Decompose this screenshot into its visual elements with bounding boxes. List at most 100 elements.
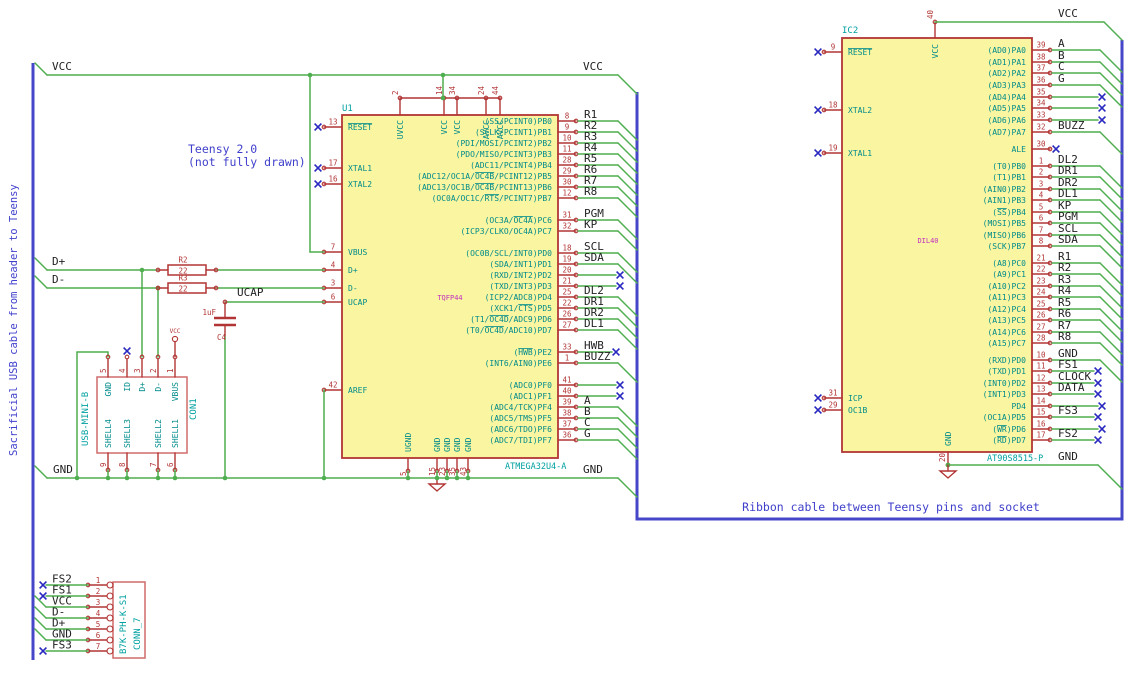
wire[interactable] xyxy=(34,465,48,479)
wire[interactable] xyxy=(1099,211,1123,235)
wire[interactable] xyxy=(1099,61,1123,85)
wire[interactable] xyxy=(34,275,48,289)
net-label-BUZZ[interactable]: BUZZ xyxy=(1058,119,1085,132)
wire[interactable] xyxy=(617,164,638,185)
net-label-KP[interactable]: KP xyxy=(584,218,598,231)
wire[interactable] xyxy=(617,362,638,383)
net-label-FS3[interactable]: FS3 xyxy=(52,639,72,652)
wire[interactable] xyxy=(34,62,48,76)
wire[interactable] xyxy=(617,477,638,498)
wire[interactable] xyxy=(1103,21,1123,41)
conn7-pin-7[interactable]: 7 FS3 xyxy=(39,639,114,655)
wire[interactable] xyxy=(617,439,638,460)
wire[interactable] xyxy=(617,329,638,350)
con1-connector[interactable]: USB-MINI-B CON1 5 GND 4 ID 3 D+ 2 D- 1 VBUS 9 SHELL4 8… xyxy=(81,328,199,479)
net-label-D-[interactable]: D- xyxy=(52,273,65,286)
wire[interactable] xyxy=(617,197,638,218)
wire[interactable] xyxy=(617,307,638,328)
conn7-pin-2[interactable]: 2FS1 xyxy=(39,584,114,600)
wire[interactable] xyxy=(1099,245,1123,269)
wire[interactable] xyxy=(617,120,638,141)
no-connect-x-icon xyxy=(1094,367,1102,375)
wire[interactable] xyxy=(617,153,638,174)
schematic-text: (ICP2/ADC8)PD4 xyxy=(485,293,553,302)
wire[interactable] xyxy=(617,142,638,163)
note-teensy-line2: (not fully drawn) xyxy=(188,155,306,169)
net-label-R8[interactable]: R8 xyxy=(1058,330,1071,343)
net-label-UCAP[interactable]: UCAP xyxy=(237,286,264,299)
schematic-text: 38 xyxy=(1036,53,1046,62)
wire[interactable] xyxy=(617,417,638,438)
wire[interactable] xyxy=(617,219,638,240)
net-label-VCC[interactable]: VCC xyxy=(52,60,72,73)
net-label-GND[interactable]: GND xyxy=(1058,450,1078,463)
net-label-R8[interactable]: R8 xyxy=(584,185,597,198)
wire[interactable] xyxy=(1099,262,1123,286)
wire[interactable] xyxy=(1099,188,1123,212)
conn7-connector[interactable]: B7K-PH-K-S1 CONN_7 1FS22FS13VCC4D-5D+6GND7… xyxy=(34,573,146,659)
resistor-r2[interactable]: R222 xyxy=(155,256,219,276)
wire[interactable] xyxy=(34,617,47,630)
net-label-DATA[interactable]: DATA xyxy=(1058,381,1085,394)
wire[interactable] xyxy=(617,74,638,95)
u1-chip[interactable]: U1ATMEGA32U4-ATQFP448(SS/PCINT0)PB0R19(S… xyxy=(314,85,638,492)
conn7-pin-3[interactable]: 3VCC xyxy=(34,595,114,611)
capacitor-c4[interactable]: 1uF C4 xyxy=(202,299,236,342)
wire[interactable] xyxy=(617,131,638,152)
conn7-pin-4[interactable]: 4D- xyxy=(34,606,114,622)
conn7-pin-1[interactable]: 1FS2 xyxy=(39,573,114,589)
wire[interactable] xyxy=(1099,308,1123,332)
net-label-G[interactable]: G xyxy=(1058,72,1065,85)
wire[interactable] xyxy=(617,186,638,207)
wire[interactable] xyxy=(1099,176,1123,200)
wire[interactable] xyxy=(617,318,638,339)
net-label-SDA[interactable]: SDA xyxy=(1058,233,1078,246)
net-label-BUZZ[interactable]: BUZZ xyxy=(584,350,611,363)
wire[interactable] xyxy=(34,257,48,271)
wire[interactable] xyxy=(1099,273,1123,297)
ic2-chip[interactable]: IC2AT90S8515-PDIL4039(AD0)PA0A38(AD1)PA1… xyxy=(814,9,1123,468)
net-label-D+[interactable]: D+ xyxy=(52,255,66,268)
wire[interactable] xyxy=(617,296,638,317)
wire[interactable] xyxy=(1099,234,1123,258)
wire[interactable] xyxy=(1099,342,1123,366)
wire[interactable] xyxy=(1099,199,1123,223)
wire[interactable] xyxy=(34,628,47,641)
wire[interactable] xyxy=(1099,222,1123,246)
wire[interactable] xyxy=(617,406,638,427)
wire[interactable] xyxy=(34,606,47,619)
resistor-r3[interactable]: R322 xyxy=(155,274,219,294)
note-ribbon-cable[interactable]: Ribbon cable between Teensy pins and soc… xyxy=(660,501,1122,514)
wire[interactable] xyxy=(1099,319,1123,343)
wire[interactable] xyxy=(617,252,638,273)
wire[interactable] xyxy=(617,175,638,196)
net-label-G[interactable]: G xyxy=(584,427,591,440)
vcc-symbol[interactable]: VCC xyxy=(170,328,181,358)
wire[interactable] xyxy=(1099,331,1123,355)
conn7-pin-5[interactable]: 5D+ xyxy=(34,617,114,633)
schematic-text: 42 xyxy=(328,381,337,390)
net-label-GND[interactable]: GND xyxy=(53,463,73,476)
note-usb-cable[interactable]: Sacrificial USB cable from header to Tee… xyxy=(8,184,21,456)
net-label-DL1[interactable]: DL1 xyxy=(584,317,604,330)
net-label-SDA[interactable]: SDA xyxy=(584,251,604,264)
wire[interactable] xyxy=(1099,296,1123,320)
conn7-pin-6[interactable]: 6GND xyxy=(34,628,114,644)
wire[interactable] xyxy=(1099,285,1123,309)
note-teensy[interactable]: Teensy 2.0 (not fully drawn) xyxy=(188,143,306,169)
net-label-GND[interactable]: GND xyxy=(583,463,603,476)
wire[interactable] xyxy=(1099,165,1123,189)
wire[interactable] xyxy=(1099,131,1123,155)
net-label-VCC[interactable]: VCC xyxy=(1058,7,1078,20)
net-label-VCC[interactable]: VCC xyxy=(583,60,603,73)
wire[interactable] xyxy=(1099,49,1123,73)
ground-symbol[interactable] xyxy=(938,464,958,479)
net-label-FS2[interactable]: FS2 xyxy=(1058,427,1078,440)
wire[interactable] xyxy=(1099,72,1123,96)
net-label-FS3[interactable]: FS3 xyxy=(1058,404,1078,417)
wire[interactable] xyxy=(617,230,638,251)
wire[interactable] xyxy=(617,428,638,449)
wire[interactable] xyxy=(1097,464,1123,490)
schematic-text: (RXD/INT2)PD2 xyxy=(489,271,552,280)
wire[interactable] xyxy=(1099,359,1123,383)
